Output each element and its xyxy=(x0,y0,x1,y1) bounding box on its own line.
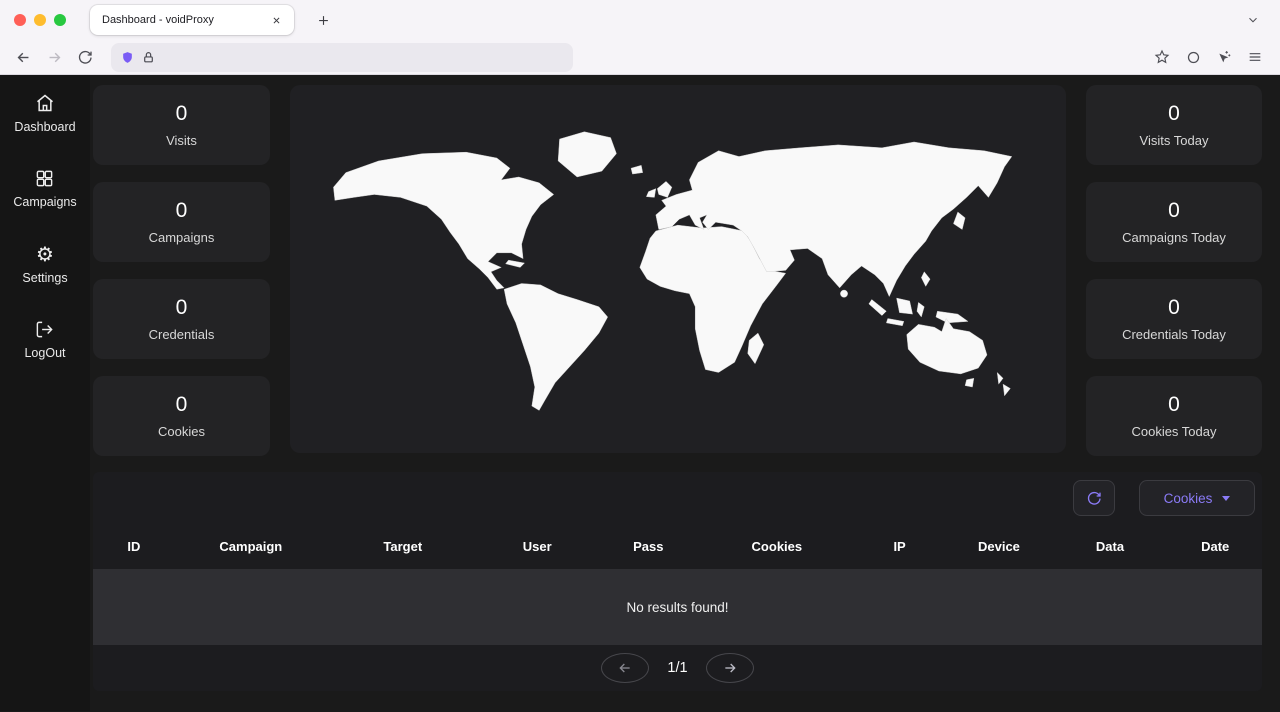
refresh-button[interactable] xyxy=(1073,480,1115,516)
column-header-cookies: Cookies xyxy=(701,539,853,554)
empty-results-message: No results found! xyxy=(626,600,728,615)
stat-value: 0 xyxy=(1168,393,1180,417)
stat-label: Campaigns xyxy=(149,230,215,245)
sidebar-item-settings[interactable]: ⚙ Settings xyxy=(22,244,67,285)
arrow-right-icon xyxy=(722,660,738,676)
empty-results-row: No results found! xyxy=(93,569,1262,645)
menu-icon[interactable] xyxy=(1242,44,1268,70)
stat-card-visits-today: 0 Visits Today xyxy=(1086,85,1262,165)
column-header-device: Device xyxy=(946,539,1051,554)
stat-card-campaigns-today: 0 Campaigns Today xyxy=(1086,182,1262,262)
stat-card-campaigns: 0 Campaigns xyxy=(93,182,270,262)
gear-icon: ⚙ xyxy=(36,244,54,264)
stat-label: Credentials Today xyxy=(1122,327,1226,342)
dashboard-main: 0 Visits 0 Campaigns 0 Credentials 0 Coo… xyxy=(90,75,1280,711)
stat-label: Campaigns Today xyxy=(1122,230,1226,245)
column-header-id: ID xyxy=(93,539,175,554)
stat-card-cookies-today: 0 Cookies Today xyxy=(1086,376,1262,456)
arrow-left-icon xyxy=(617,660,633,676)
column-header-date: Date xyxy=(1168,539,1262,554)
column-header-pass: Pass xyxy=(596,539,701,554)
sidebar-item-label: Settings xyxy=(22,271,67,285)
sidebar-item-label: Campaigns xyxy=(13,195,76,209)
stat-card-credentials-today: 0 Credentials Today xyxy=(1086,279,1262,359)
back-icon[interactable] xyxy=(10,44,36,70)
table-header-row: ID Campaign Target User Pass Cookies IP … xyxy=(93,524,1262,569)
results-panel: Cookies ID Campaign Target User Pass Coo… xyxy=(93,472,1262,691)
stats-and-map: 0 Visits 0 Campaigns 0 Credentials 0 Coo… xyxy=(93,85,1262,456)
stats-column-total: 0 Visits 0 Campaigns 0 Credentials 0 Coo… xyxy=(93,85,270,456)
browser-toolbar xyxy=(0,40,1280,75)
refresh-icon xyxy=(1086,490,1102,506)
logout-icon xyxy=(35,320,54,339)
stats-column-today: 0 Visits Today 0 Campaigns Today 0 Crede… xyxy=(1086,85,1262,456)
reload-icon[interactable] xyxy=(72,44,98,70)
sparkle-pointer-icon[interactable] xyxy=(1211,44,1237,70)
column-header-ip: IP xyxy=(853,539,947,554)
grid-icon xyxy=(35,169,54,188)
stat-label: Credentials xyxy=(149,327,215,342)
stat-value: 0 xyxy=(176,296,188,320)
minimize-window-button[interactable] xyxy=(34,14,46,26)
forward-icon[interactable] xyxy=(41,44,67,70)
world-map-panel xyxy=(290,85,1066,453)
stat-label: Cookies xyxy=(158,424,205,439)
stat-value: 0 xyxy=(1168,102,1180,126)
sidebar-item-label: LogOut xyxy=(24,346,65,360)
column-header-campaign: Campaign xyxy=(175,539,327,554)
previous-page-button[interactable] xyxy=(601,653,649,683)
cookies-filter-label: Cookies xyxy=(1164,491,1213,506)
close-window-button[interactable] xyxy=(14,14,26,26)
pagination: 1/1 xyxy=(93,645,1262,691)
world-map xyxy=(313,123,1042,415)
next-page-button[interactable] xyxy=(706,653,754,683)
column-header-user: User xyxy=(479,539,596,554)
page-indicator: 1/1 xyxy=(667,660,687,676)
new-tab-button[interactable] xyxy=(310,7,336,33)
stat-label: Visits xyxy=(166,133,197,148)
stat-card-cookies: 0 Cookies xyxy=(93,376,270,456)
browser-tab[interactable]: Dashboard - voidProxy xyxy=(90,5,294,35)
caret-down-icon xyxy=(1222,496,1230,501)
stat-value: 0 xyxy=(176,102,188,126)
home-icon xyxy=(35,93,55,113)
tab-bar: Dashboard - voidProxy xyxy=(0,0,1280,40)
stat-label: Visits Today xyxy=(1140,133,1209,148)
sidebar-item-logout[interactable]: LogOut xyxy=(24,320,65,360)
column-header-data: Data xyxy=(1052,539,1169,554)
lock-icon[interactable] xyxy=(142,51,155,64)
tab-close-icon[interactable] xyxy=(267,11,285,29)
tab-title: Dashboard - voidProxy xyxy=(102,14,267,26)
results-toolbar: Cookies xyxy=(93,472,1262,524)
zoom-window-button[interactable] xyxy=(54,14,66,26)
stat-value: 0 xyxy=(176,199,188,223)
circle-icon[interactable] xyxy=(1180,44,1206,70)
star-icon[interactable] xyxy=(1149,44,1175,70)
dashboard-page: Dashboard Campaigns ⚙ Settings LogOut 0 … xyxy=(0,75,1280,711)
shield-icon[interactable] xyxy=(121,51,134,64)
address-bar[interactable] xyxy=(111,43,573,72)
sidebar-item-label: Dashboard xyxy=(14,120,75,134)
stat-value: 0 xyxy=(176,393,188,417)
browser-chrome: Dashboard - voidProxy xyxy=(0,0,1280,75)
stat-value: 0 xyxy=(1168,199,1180,223)
chevron-down-icon[interactable] xyxy=(1240,7,1266,33)
traffic-lights xyxy=(14,14,66,26)
stat-card-visits: 0 Visits xyxy=(93,85,270,165)
sidebar: Dashboard Campaigns ⚙ Settings LogOut xyxy=(0,75,90,711)
cookies-filter-dropdown[interactable]: Cookies xyxy=(1139,480,1255,516)
stat-card-credentials: 0 Credentials xyxy=(93,279,270,359)
sidebar-item-dashboard[interactable]: Dashboard xyxy=(14,93,75,134)
stat-value: 0 xyxy=(1168,296,1180,320)
stat-label: Cookies Today xyxy=(1131,424,1216,439)
sidebar-item-campaigns[interactable]: Campaigns xyxy=(13,169,76,209)
column-header-target: Target xyxy=(327,539,479,554)
